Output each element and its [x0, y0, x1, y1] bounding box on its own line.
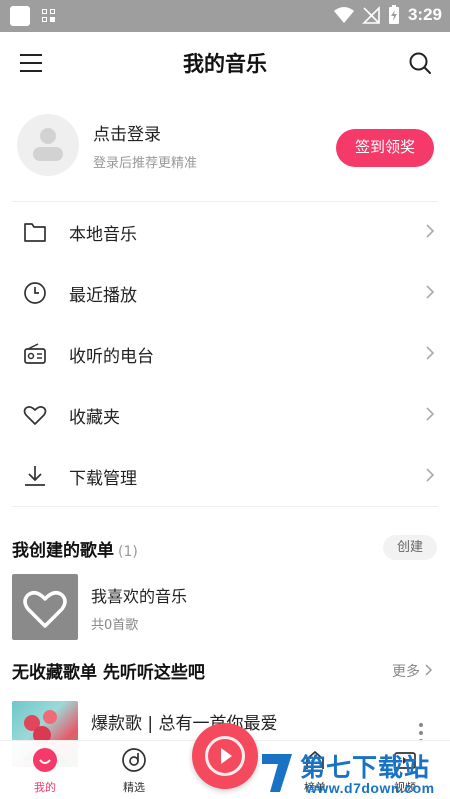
menu-item-label: 收藏夹 — [69, 408, 120, 428]
divider — [12, 506, 438, 507]
watermark-logo — [262, 754, 292, 792]
clock-time: 3:29 — [407, 5, 442, 24]
watermark-url: www.d7down.com — [306, 780, 435, 796]
chevron-right-icon — [426, 468, 435, 482]
signin-reward-button[interactable]: 签到领奖 — [336, 129, 434, 167]
menu-item-label: 收听的电台 — [69, 347, 154, 367]
notification-square-icon — [10, 6, 30, 26]
menu-item-recent-play[interactable]: 最近播放 — [0, 262, 450, 323]
avatar-head-shape — [40, 128, 56, 144]
menu-item-favorites[interactable]: 收藏夹 — [0, 384, 450, 445]
nav-tab-mine[interactable]: 我的 — [15, 747, 75, 795]
heart-outline-icon — [23, 591, 67, 628]
created-playlists-count: (1) — [118, 544, 138, 560]
status-bar: 3:29 — [0, 0, 450, 32]
player-ring — [205, 736, 245, 776]
app-header: 我的音乐 — [0, 32, 450, 94]
more-link[interactable]: 更多 — [392, 661, 433, 681]
created-playlists-heading: 我创建的歌单 (1) — [12, 536, 138, 561]
player-button[interactable] — [192, 723, 258, 789]
search-icon[interactable] — [408, 51, 432, 75]
disc-icon — [122, 748, 146, 772]
nav-tab-label: 精选 — [123, 781, 145, 794]
recommend-heading: 无收藏歌单 先听听这些吧 — [12, 663, 205, 683]
avatar-body-shape — [33, 147, 63, 161]
menu-item-label: 本地音乐 — [69, 225, 137, 245]
playlist-name[interactable]: 我喜欢的音乐 — [91, 583, 187, 607]
menu-item-label: 最近播放 — [69, 286, 137, 306]
menu-item-downloads[interactable]: 下载管理 — [0, 445, 450, 506]
menu-item-label: 下载管理 — [69, 469, 137, 489]
login-hint: 登录后推荐更精准 — [93, 156, 198, 171]
menu-item-radio[interactable]: 收听的电台 — [0, 323, 450, 384]
folder-icon — [24, 223, 46, 242]
page-title: 我的音乐 — [183, 52, 267, 76]
login-prompt[interactable]: 点击登录 — [93, 120, 161, 145]
no-signal-icon — [362, 6, 380, 24]
download-icon — [25, 466, 45, 486]
watermark-text: 第七下载站 — [300, 753, 431, 782]
clock-icon — [24, 282, 46, 304]
profile-section[interactable]: 点击登录 登录后推荐更精准 签到领奖 — [0, 108, 450, 188]
recommend-playlist-title[interactable]: 爆款歌 | 总有一首你最爱 — [91, 709, 278, 734]
battery-charging-icon — [388, 5, 399, 24]
menu-list: 本地音乐 最近播放 收听的电台 收藏夹 下载管理 — [0, 201, 450, 506]
avatar[interactable] — [17, 114, 79, 176]
chevron-right-icon — [426, 407, 435, 421]
app-grid-icon — [42, 9, 56, 23]
menu-item-local-music[interactable]: 本地音乐 — [0, 201, 450, 262]
chevron-right-icon — [426, 285, 435, 299]
chevron-right-icon — [426, 224, 435, 238]
watermark: 第七下载站 www.d7down.com — [258, 748, 450, 799]
nav-tab-featured[interactable]: 精选 — [104, 747, 164, 795]
created-playlists-title: 我创建的歌单 — [12, 541, 114, 561]
radio-icon — [24, 343, 46, 364]
liked-music-cover[interactable] — [12, 574, 78, 640]
heart-icon — [23, 406, 47, 425]
wifi-icon — [333, 7, 354, 23]
playlist-song-count: 共0首歌 — [91, 618, 139, 633]
create-playlist-button[interactable]: 创建 — [383, 535, 437, 560]
play-icon — [221, 748, 232, 764]
chevron-right-icon — [426, 346, 435, 360]
chevron-right-icon — [425, 664, 433, 676]
smile-icon — [33, 748, 57, 772]
nav-tab-label: 我的 — [34, 781, 56, 794]
more-label: 更多 — [392, 664, 420, 680]
